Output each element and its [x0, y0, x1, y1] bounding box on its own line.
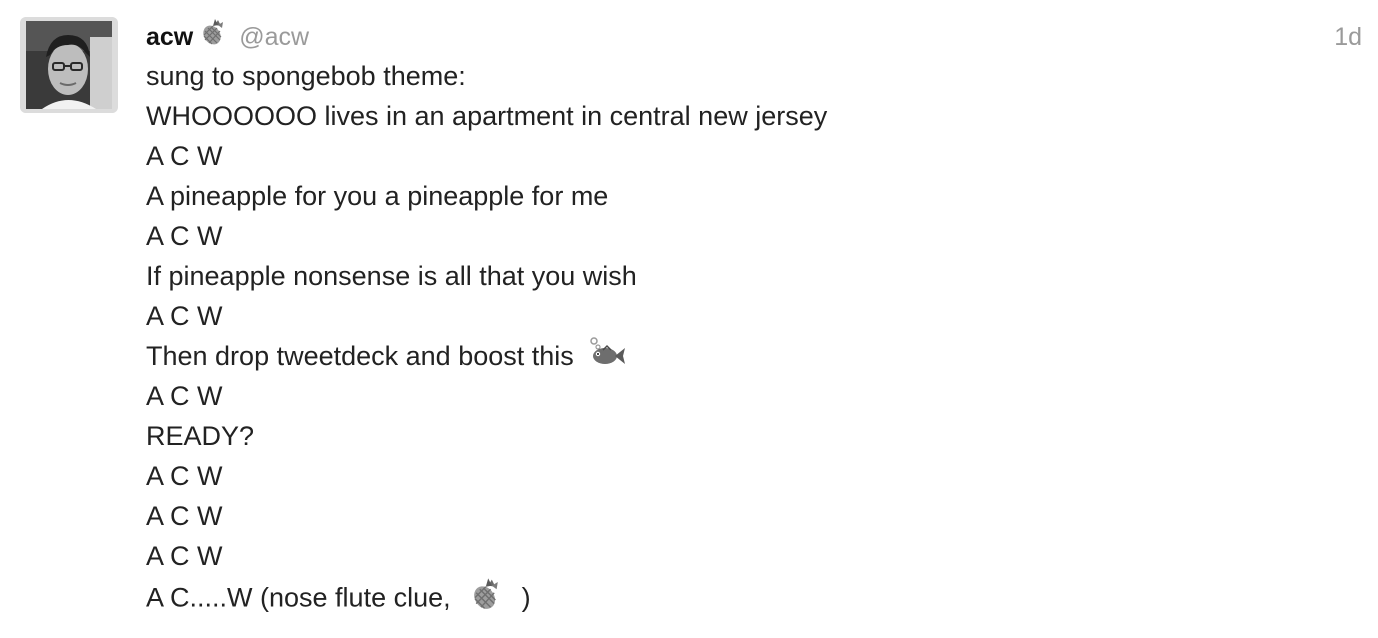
- text-line: A C W: [146, 221, 223, 251]
- text-line: A pineapple for you a pineapple for me: [146, 181, 609, 211]
- status-header: acw @acw: [146, 18, 1296, 56]
- timestamp[interactable]: 1d: [1334, 18, 1362, 56]
- text-line: READY?: [146, 421, 255, 451]
- text-line: A C W: [146, 461, 223, 491]
- fish-icon: [587, 336, 627, 379]
- text-line: sung to spongebob theme:: [146, 61, 466, 91]
- display-name[interactable]: acw: [146, 18, 193, 56]
- text-line: WHOOOOOO lives in an apartment in centra…: [146, 101, 828, 131]
- status-text: sung to spongebob theme: WHOOOOOO lives …: [146, 56, 1296, 616]
- text-line: A C W: [146, 541, 223, 571]
- status-content: acw @acw sung to spongebob theme: WHOOOO…: [146, 18, 1296, 616]
- text-segment: A C.....W (nose flute clue,: [146, 582, 451, 613]
- avatar-photo: [20, 17, 118, 113]
- text-line: If pineapple nonsense is all that you wi…: [146, 261, 637, 291]
- status-post: acw @acw sung to spongebob theme: WHOOOO…: [0, 0, 1378, 638]
- text-line: A C W: [146, 501, 223, 531]
- text-line-with-emoji: Then drop tweetdeck and boost this: [146, 336, 1296, 376]
- text-line: A C W: [146, 141, 223, 171]
- avatar[interactable]: [20, 17, 118, 113]
- text-line-with-emoji: A C.....W (nose flute clue, ): [146, 576, 1296, 616]
- text-line: A C W: [146, 381, 223, 411]
- pineapple-icon: [199, 17, 229, 58]
- account-handle[interactable]: @acw: [239, 18, 309, 56]
- text-segment: Then drop tweetdeck and boost this: [146, 341, 574, 371]
- text-line: A C W: [146, 301, 223, 331]
- text-segment: ): [521, 582, 531, 613]
- pineapple-icon: [468, 576, 506, 623]
